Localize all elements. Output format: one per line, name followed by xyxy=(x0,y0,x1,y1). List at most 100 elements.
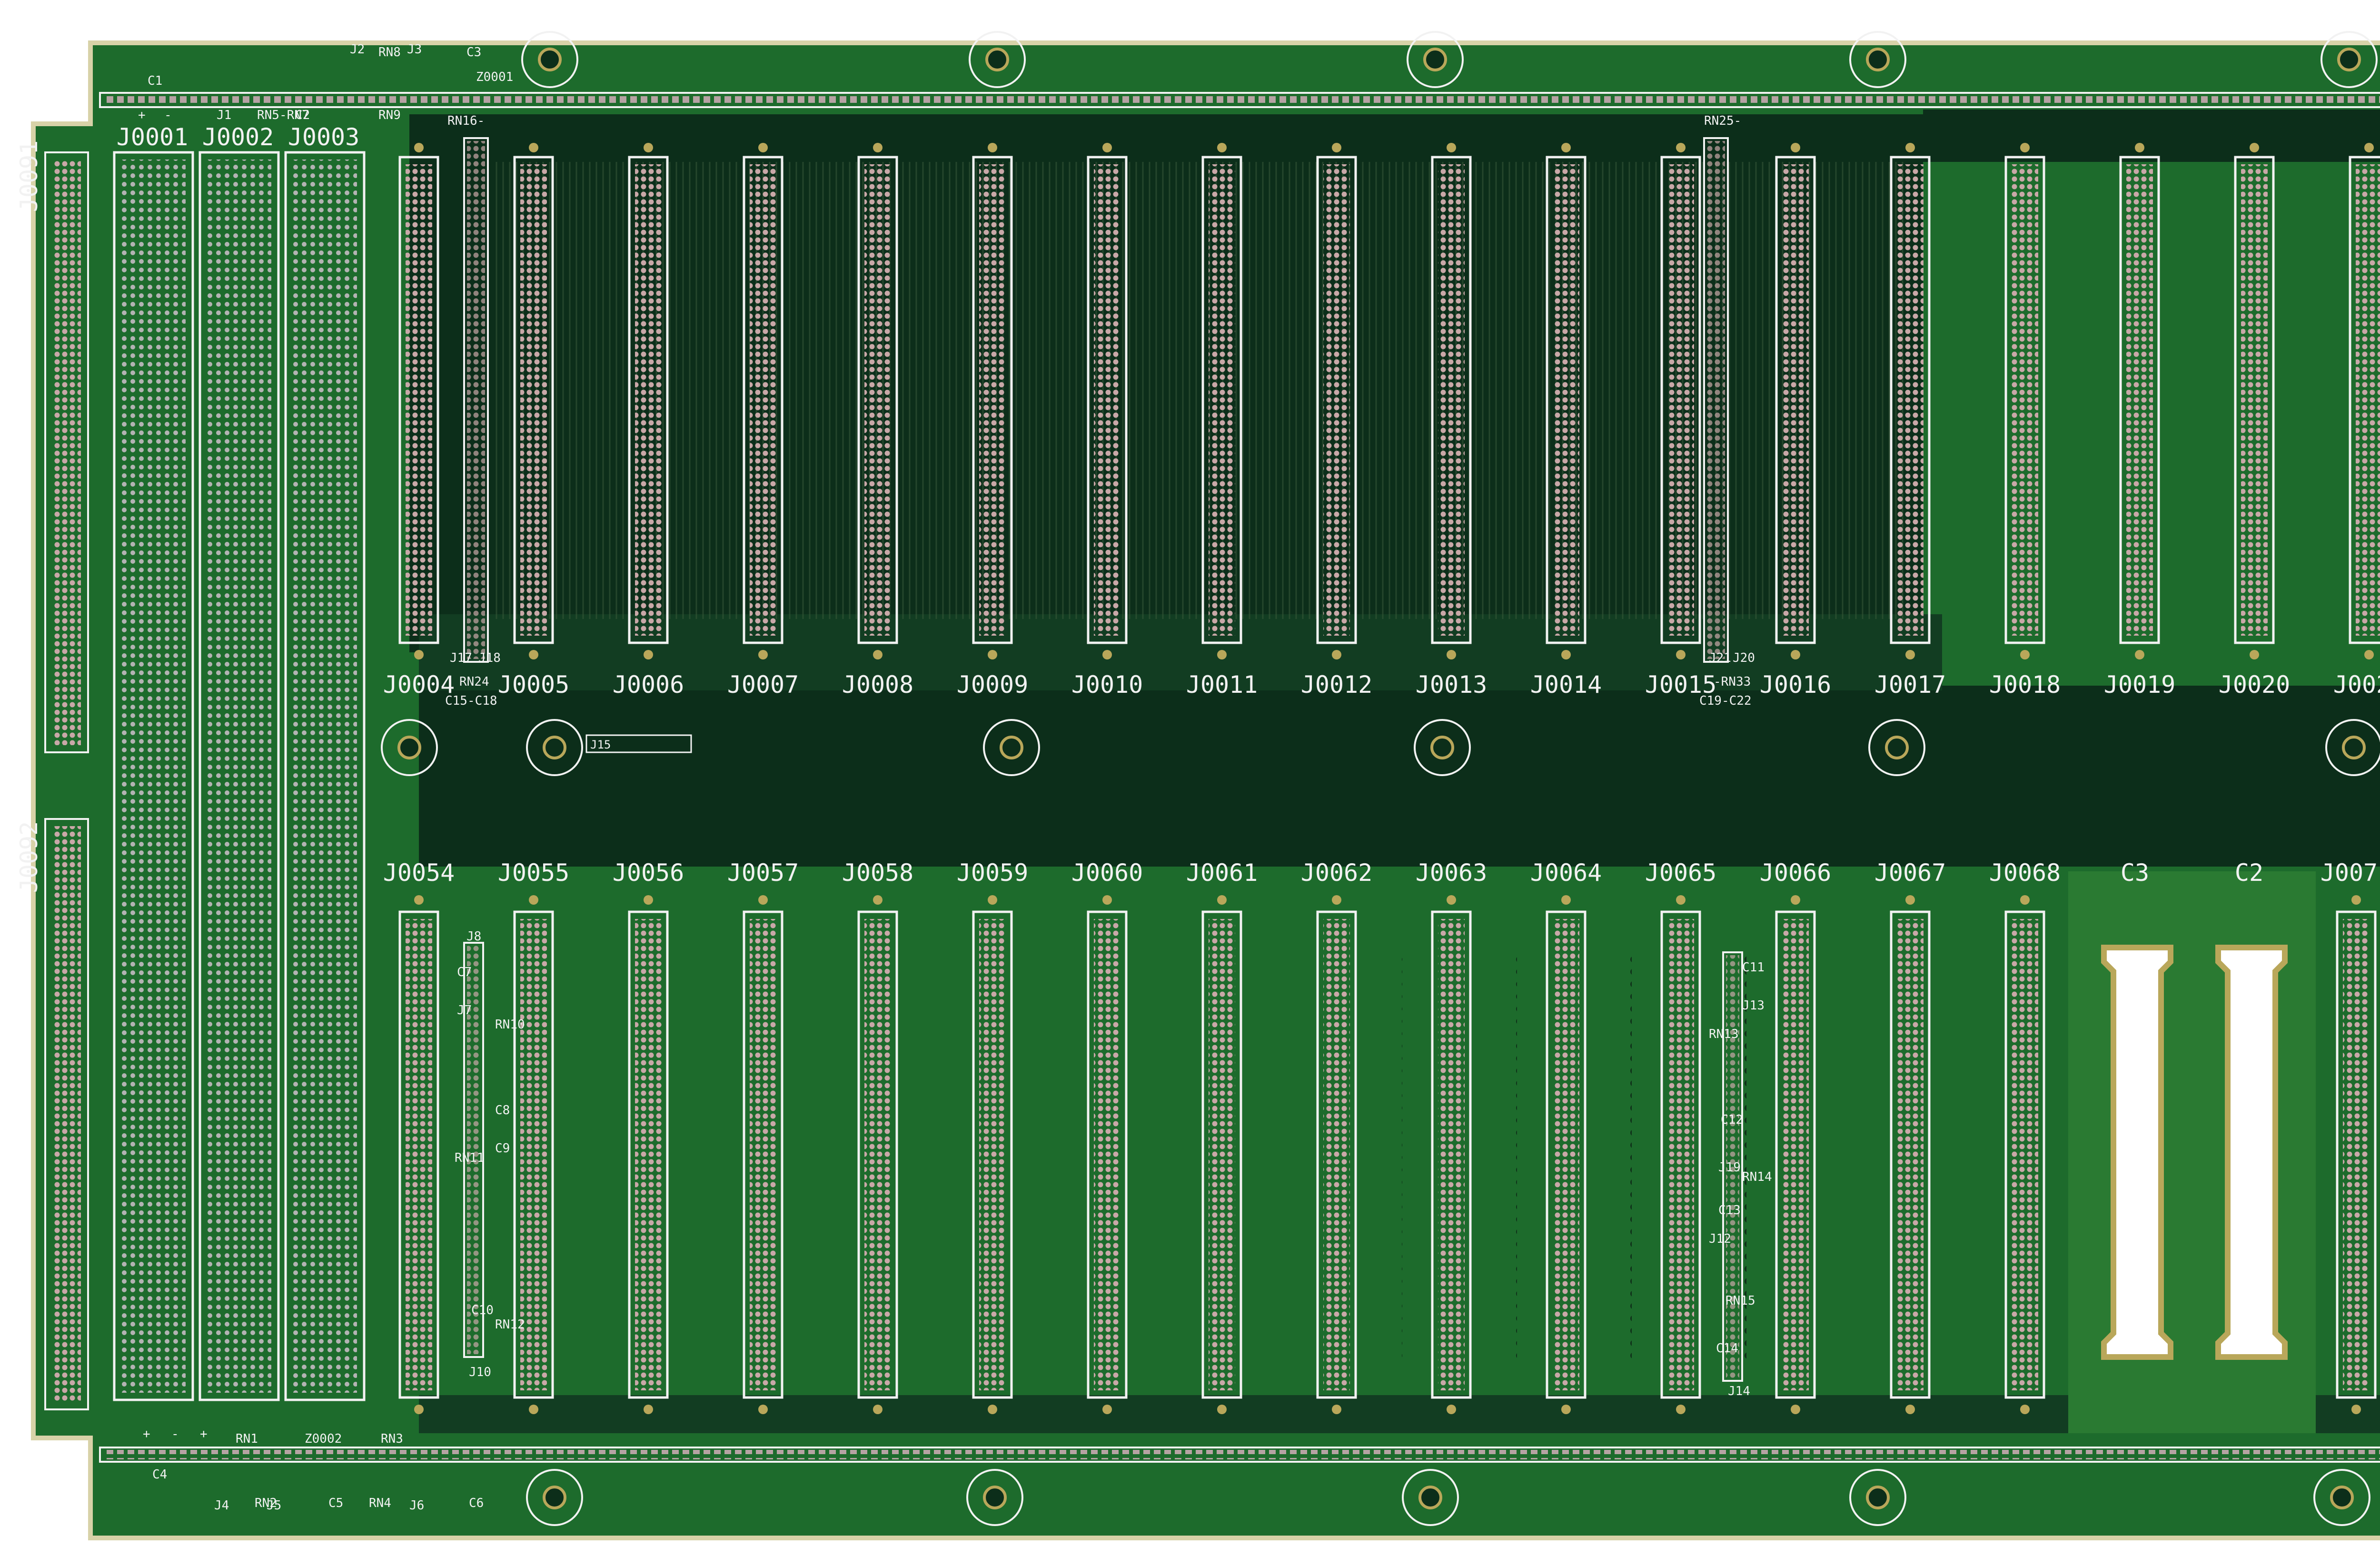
resistor-network-pads xyxy=(1707,141,1725,659)
silk-text: C7 xyxy=(457,965,472,979)
connector-key-pad xyxy=(2250,650,2259,659)
silk-text: RN9 xyxy=(378,108,401,122)
connector-key-pad xyxy=(988,650,997,659)
via-column xyxy=(704,952,714,1362)
connector-key-pad xyxy=(988,1405,997,1414)
silk-text: RN25- xyxy=(1704,114,1741,128)
silk-text: RN14 xyxy=(1742,1170,1772,1184)
connector-key-pad xyxy=(1332,1405,1341,1414)
connector-key-pad xyxy=(758,143,768,152)
connector-key-pad xyxy=(988,895,997,905)
connector-key-pad xyxy=(529,143,538,152)
silk-text: RN4 xyxy=(369,1496,391,1510)
connector-key-pad xyxy=(1217,143,1227,152)
silk-text: + xyxy=(200,1427,208,1441)
mounting-hole-drill xyxy=(1423,48,1447,71)
connector-key-pad xyxy=(2351,895,2361,905)
silk-text: C13 xyxy=(1718,1203,1741,1218)
silk-text: RN13 xyxy=(1709,1027,1739,1041)
silk-text: C1 xyxy=(148,74,162,88)
silk-text: C14 xyxy=(1716,1341,1738,1356)
silk-text: C19-C22 xyxy=(1699,694,1752,708)
connector-key-pad xyxy=(1332,895,1341,905)
silk-text: C2 xyxy=(295,108,310,122)
connector-key-pad xyxy=(1905,143,1915,152)
connector-label: J0054 xyxy=(383,859,455,887)
card-connector-pins xyxy=(1094,164,1121,636)
connector-key-pad xyxy=(2250,143,2259,152)
connector-key-pad xyxy=(1905,895,1915,905)
connector-key-pad xyxy=(758,650,768,659)
card-connector-pins xyxy=(864,164,891,636)
silk-text: RN3 xyxy=(381,1432,403,1446)
silk-text: J5 xyxy=(267,1498,281,1513)
card-connector-pins xyxy=(2012,164,2038,636)
mounting-hole-drill xyxy=(543,736,566,759)
connector-key-pad xyxy=(1676,895,1686,905)
silk-text: RN11 xyxy=(455,1151,485,1165)
silk-text: J17 xyxy=(450,651,472,665)
connector-key-pad xyxy=(1791,1405,1800,1414)
silk-text: + xyxy=(143,1427,150,1441)
connector-label: J0004 xyxy=(383,671,455,699)
connector-label: J0064 xyxy=(1530,859,1602,887)
silk-text: + xyxy=(138,108,146,122)
connector-label: J0063 xyxy=(1416,859,1488,887)
mounting-hole-drill xyxy=(1418,1486,1442,1509)
silk-text: J15 xyxy=(590,738,611,751)
connector-key-pad xyxy=(1102,895,1112,905)
connector-key-pad xyxy=(873,650,883,659)
card-connector-pins xyxy=(1782,919,1809,1390)
mounting-hole-drill xyxy=(2337,48,2361,71)
connector-key-pad xyxy=(2135,143,2144,152)
mounting-hole-drill xyxy=(2342,736,2366,759)
connector-label: J0014 xyxy=(1530,671,1602,699)
connector-label: J0016 xyxy=(1760,671,1832,699)
connector-label: J0017 xyxy=(1874,671,1946,699)
card-connector-pins xyxy=(2126,164,2153,636)
connector-key-pad xyxy=(1332,650,1341,659)
card-connector-pins xyxy=(1323,164,1350,636)
connector-key-pad xyxy=(529,650,538,659)
silk-text: RN8 xyxy=(378,45,401,60)
card-connector-pins xyxy=(1553,164,1579,636)
mounting-hole-drill xyxy=(2330,1486,2354,1509)
connector-key-pad xyxy=(1905,1405,1915,1414)
mounting-hole-drill xyxy=(538,48,562,71)
card-connector-pins xyxy=(520,164,547,636)
via-column xyxy=(1621,952,1632,1362)
card-connector-pins xyxy=(1897,164,1924,636)
connector-label: J0057 xyxy=(727,859,799,887)
mounting-hole-drill xyxy=(397,736,421,759)
via-column xyxy=(1277,952,1288,1362)
backplane-connector-pins xyxy=(121,160,186,1393)
connector-label: J0060 xyxy=(1071,859,1143,887)
via-column xyxy=(1048,952,1058,1362)
connector-key-pad xyxy=(414,650,424,659)
card-connector-pins xyxy=(979,164,1006,636)
silk-text: RN12 xyxy=(495,1317,525,1332)
connector-label: J0009 xyxy=(957,671,1029,699)
connector-key-pad xyxy=(2364,143,2374,152)
mounting-hole-drill xyxy=(1866,1486,1890,1509)
silk-text: C5 xyxy=(328,1496,343,1510)
connector-key-pad xyxy=(1561,143,1571,152)
connector-key-pad xyxy=(2364,650,2374,659)
mounting-hole-drill xyxy=(543,1486,566,1509)
connector-key-pad xyxy=(1676,1405,1686,1414)
card-connector-pins xyxy=(750,164,776,636)
silk-text: C10 xyxy=(471,1303,494,1317)
via-column xyxy=(589,952,599,1362)
connector-key-pad xyxy=(2020,1405,2030,1414)
card-connector-pins xyxy=(1323,919,1350,1390)
connector-key-pad xyxy=(1676,650,1686,659)
connector-key-pad xyxy=(644,143,653,152)
connector-key-pad xyxy=(1217,1405,1227,1414)
mounting-hole-drill xyxy=(985,48,1009,71)
silk-text: C11 xyxy=(1742,960,1765,975)
card-connector-pins xyxy=(1782,164,1809,636)
card-connector-pins xyxy=(635,919,662,1390)
connector-key-pad xyxy=(1102,1405,1112,1414)
silk-text: J1 xyxy=(217,108,231,122)
connector-label: J0019 xyxy=(2104,671,2176,699)
